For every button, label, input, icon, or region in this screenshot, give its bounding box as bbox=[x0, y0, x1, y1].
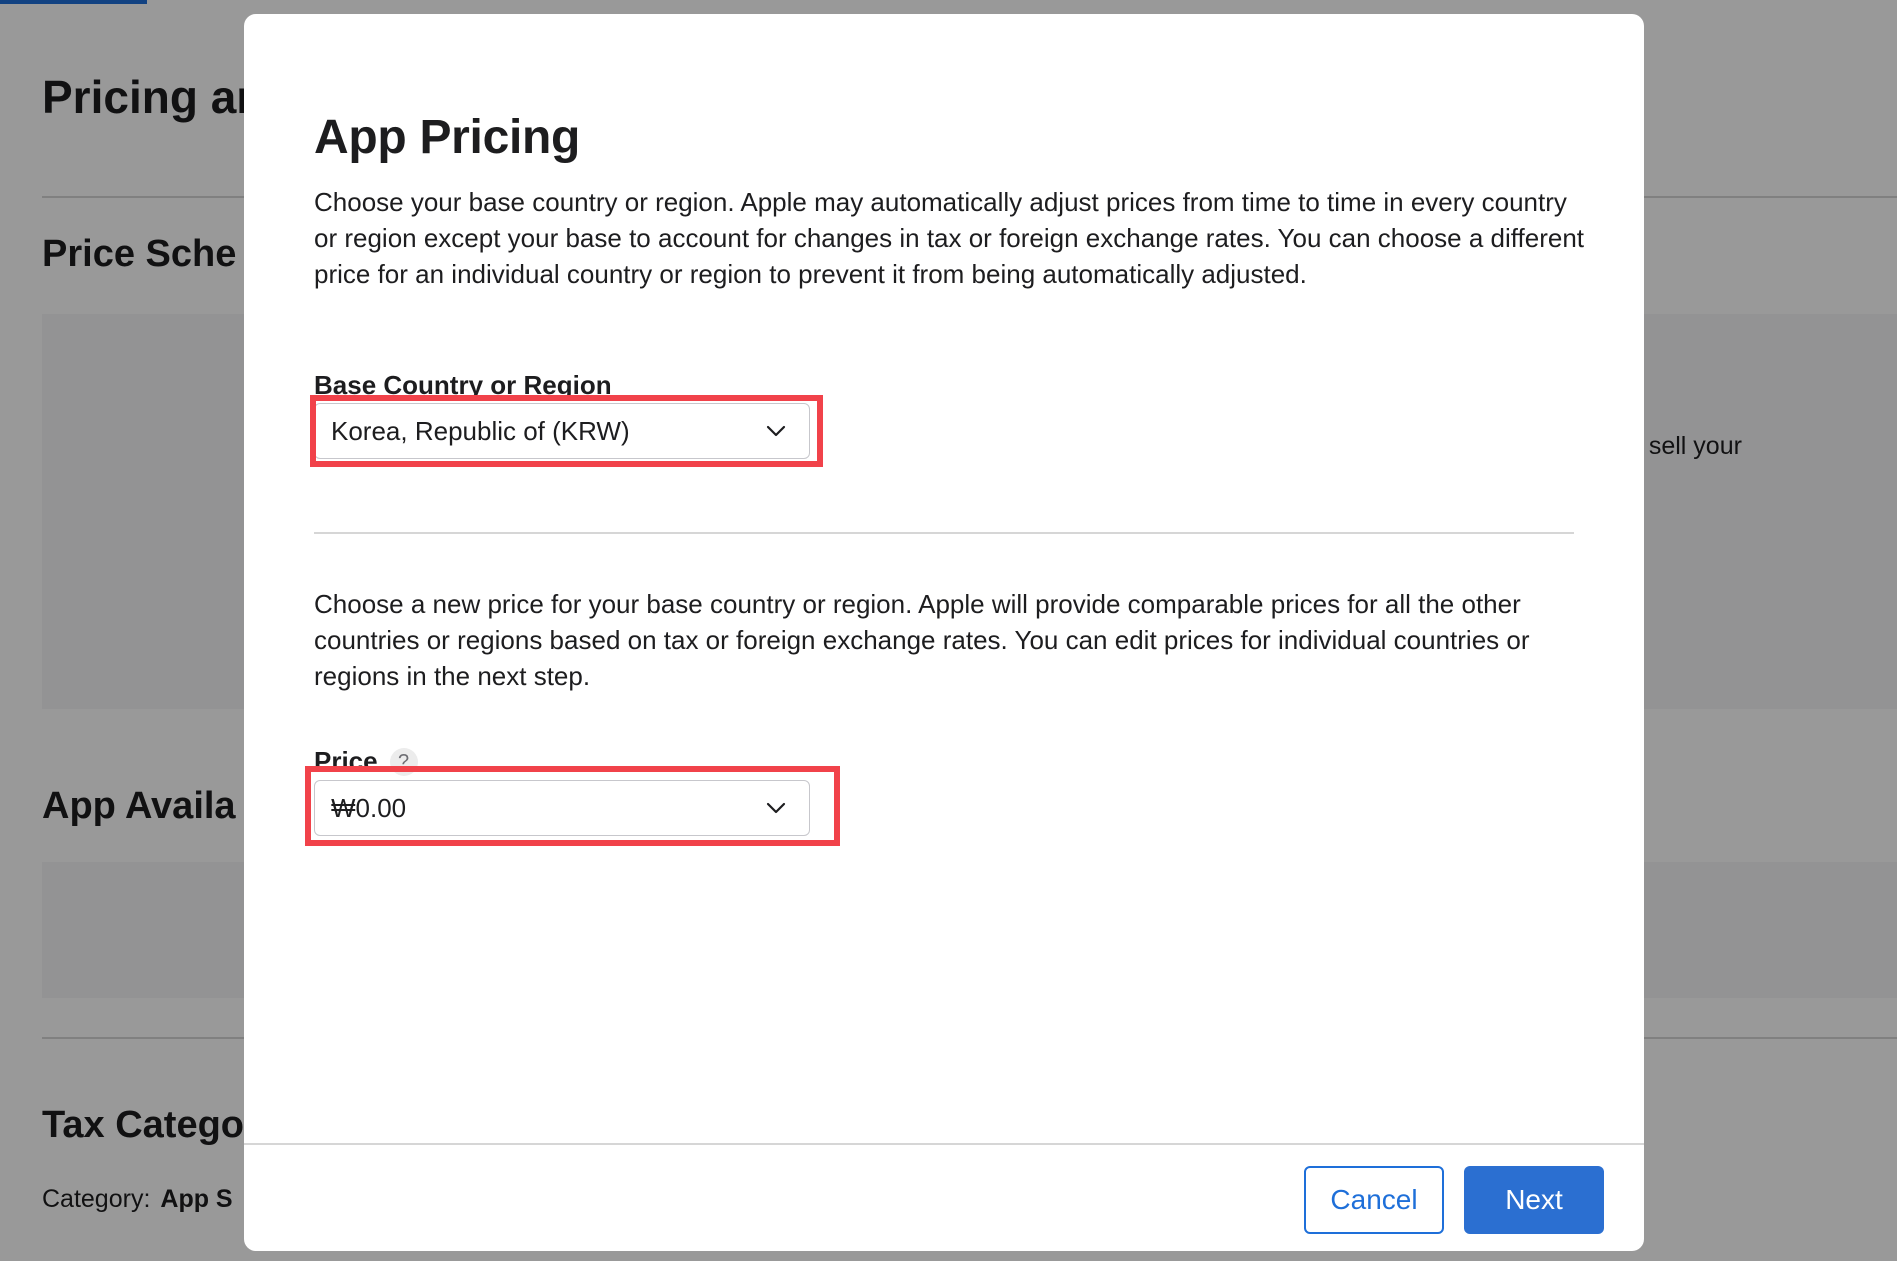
base-country-highlight bbox=[310, 395, 823, 467]
next-button[interactable]: Next bbox=[1464, 1166, 1604, 1234]
price-highlight bbox=[305, 766, 840, 846]
dialog-footer-divider bbox=[244, 1143, 1644, 1145]
app-pricing-dialog: App Pricing Choose your base country or … bbox=[244, 14, 1644, 1251]
cancel-button[interactable]: Cancel bbox=[1304, 1166, 1444, 1234]
dialog-divider bbox=[314, 532, 1574, 534]
price-description: Choose a new price for your base country… bbox=[314, 589, 1530, 691]
base-country-description: Choose your base country or region. Appl… bbox=[314, 187, 1585, 289]
dialog-title: App Pricing bbox=[314, 111, 581, 164]
app-store-connect-page: Pricing ar Price Sche o sell your App Av… bbox=[0, 0, 1897, 1261]
